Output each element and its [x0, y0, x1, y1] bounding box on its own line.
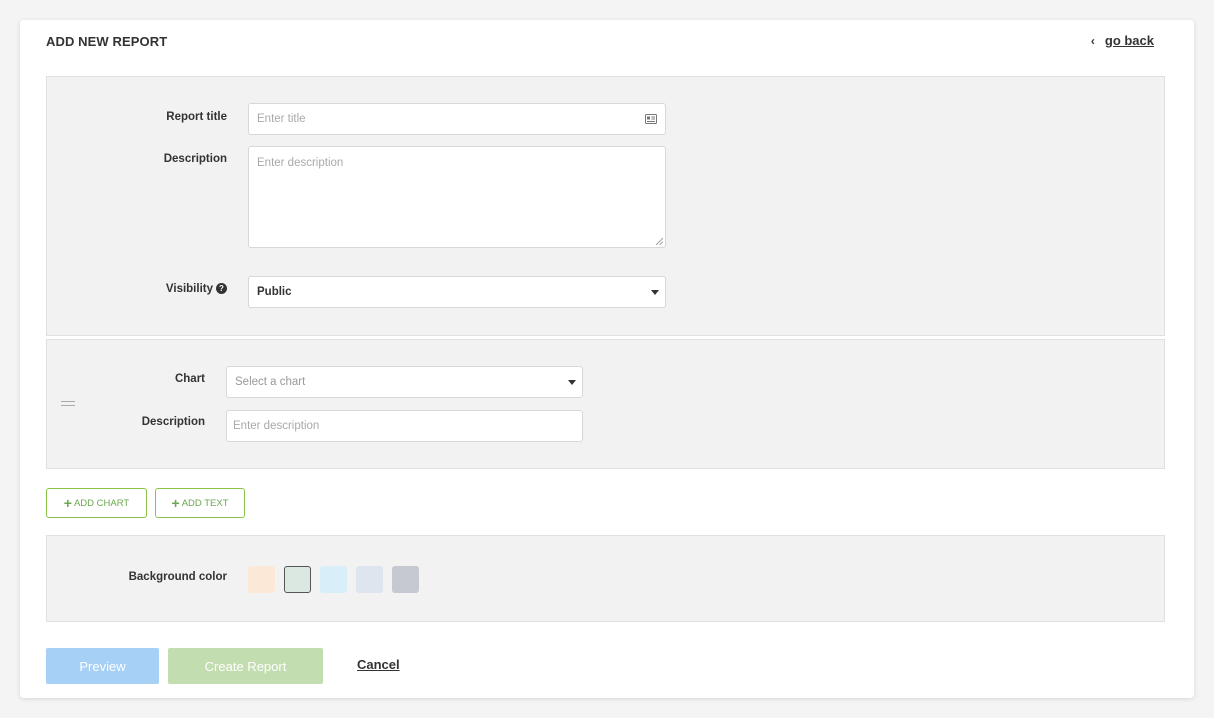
color-swatch[interactable]: [248, 566, 275, 593]
chevron-left-icon: ‹: [1090, 33, 1095, 48]
go-back-label: go back: [1104, 33, 1154, 48]
chart-description-label: Description: [141, 416, 205, 428]
caret-down-icon: [568, 380, 576, 385]
report-title-label: Report title: [166, 111, 227, 123]
add-text-label: ADD TEXT: [181, 497, 229, 509]
description-label: Description: [163, 153, 227, 165]
question-circle-icon[interactable]: ?: [216, 283, 227, 295]
color-swatch[interactable]: [356, 566, 383, 593]
chart-description-placeholder: Enter description: [233, 420, 320, 432]
resize-grip-icon[interactable]: [655, 237, 663, 245]
add-chart-label: ADD CHART: [73, 497, 130, 509]
color-swatch[interactable]: [392, 566, 419, 593]
visibility-label: Visibility: [165, 283, 213, 295]
report-title-placeholder: Enter title: [257, 113, 306, 125]
add-report-card: ADD NEW REPORT ‹ go back Report title En…: [20, 20, 1194, 698]
report-title-input[interactable]: Enter title: [248, 103, 666, 135]
plus-icon: +: [63, 495, 72, 511]
color-swatch[interactable]: [284, 566, 311, 593]
add-text-button[interactable]: + ADD TEXT: [155, 488, 245, 518]
go-back-link[interactable]: ‹ go back: [1091, 33, 1154, 48]
cancel-button[interactable]: Cancel: [357, 657, 400, 672]
preview-button[interactable]: Preview: [46, 648, 159, 684]
chart-description-input[interactable]: Enter description: [226, 410, 583, 442]
add-chart-button[interactable]: + ADD CHART: [46, 488, 147, 518]
drag-handle-icon[interactable]: [61, 401, 75, 406]
chart-placeholder: Select a chart: [235, 376, 306, 388]
create-report-button[interactable]: Create Report: [168, 648, 323, 684]
description-textarea[interactable]: Enter description: [248, 146, 666, 248]
background-color-label: Background color: [128, 571, 227, 583]
chart-select[interactable]: Select a chart: [226, 366, 583, 398]
chart-label: Chart: [174, 373, 205, 385]
description-placeholder: Enter description: [257, 157, 344, 169]
visibility-label-row: Visibility?: [127, 283, 227, 295]
background-color-panel: Background color: [46, 535, 1165, 622]
caret-down-icon: [651, 290, 659, 295]
plus-icon: +: [171, 495, 180, 511]
page-title: ADD NEW REPORT: [46, 34, 168, 49]
visibility-value: Public: [257, 286, 292, 298]
report-details-panel: Report title Enter title Description Ent…: [46, 76, 1165, 336]
id-card-icon: [645, 114, 657, 124]
visibility-select[interactable]: Public: [248, 276, 666, 308]
color-swatch[interactable]: [320, 566, 347, 593]
chart-block-panel: Chart Select a chart Description Enter d…: [46, 339, 1165, 469]
